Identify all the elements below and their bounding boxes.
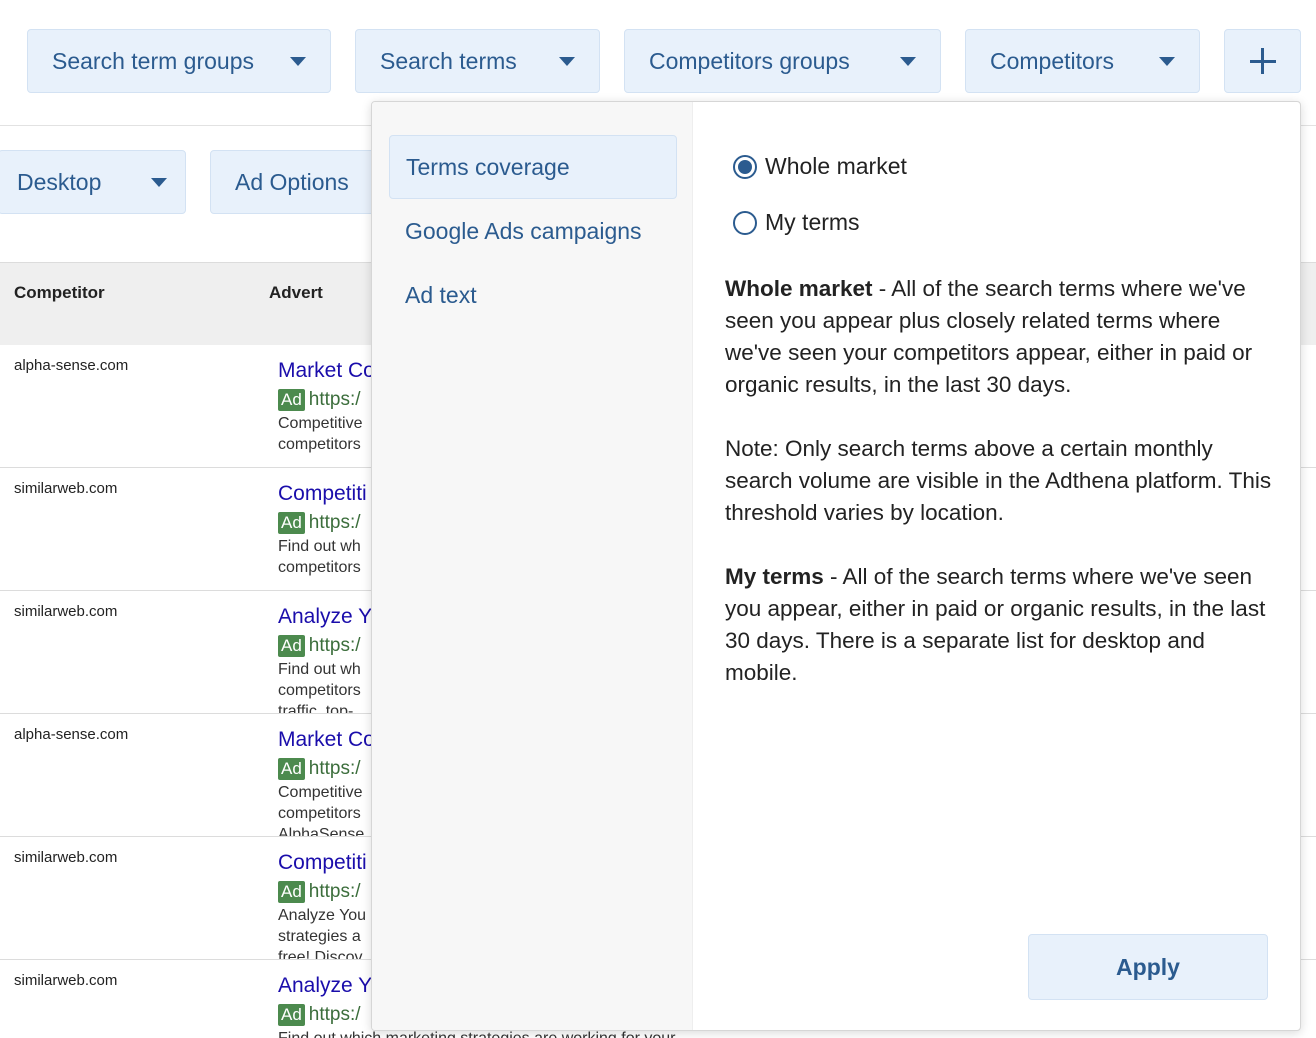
device-label: Desktop (17, 168, 102, 195)
nav-ad-text[interactable]: Ad text (389, 263, 677, 327)
competitors-dropdown[interactable]: Competitors (965, 29, 1200, 93)
ad-url: https:/ (308, 512, 361, 533)
radio-whole-market[interactable]: Whole market (733, 153, 907, 180)
ad-url-line: Ad https:/ (278, 635, 361, 657)
competitor-domain: similarweb.com (14, 972, 118, 989)
ad-badge: Ad (278, 758, 305, 780)
ad-title-link[interactable]: Competiti (278, 482, 367, 506)
ad-title-link[interactable]: Market Co (278, 728, 375, 752)
competitor-domain: alpha-sense.com (14, 357, 129, 374)
ad-title-link[interactable]: Analyze Y (278, 974, 372, 998)
search-term-groups-dropdown[interactable]: Search term groups (27, 29, 331, 93)
ad-options-label: Ad Options (235, 168, 349, 195)
search-term-groups-label: Search term groups (52, 47, 254, 74)
search-terms-dropdown[interactable]: Search terms (355, 29, 600, 93)
ad-url: https:/ (308, 389, 361, 410)
competitors-label: Competitors (990, 47, 1114, 74)
chevron-down-icon (1159, 56, 1175, 66)
whole-market-description: Whole market - All of the search terms w… (725, 273, 1275, 401)
whole-market-term: Whole market (725, 276, 873, 301)
ad-url-line: Ad https:/ (278, 1004, 361, 1026)
note-text: Note: Only search terms above a certain … (725, 436, 1272, 525)
add-filter-button[interactable] (1224, 29, 1301, 93)
plus-icon-vertical (1261, 48, 1264, 74)
ad-url: https:/ (308, 758, 361, 779)
chevron-down-icon (151, 177, 167, 187)
chevron-down-icon (290, 56, 306, 66)
apply-button[interactable]: Apply (1028, 934, 1268, 1000)
radio-whole-market-label: Whole market (765, 153, 907, 179)
my-terms-term: My terms (725, 564, 824, 589)
popover-content: Whole market My terms Whole market - All… (693, 102, 1300, 1030)
ad-badge: Ad (278, 635, 305, 657)
my-terms-description: My terms - All of the search terms where… (725, 561, 1275, 689)
ad-badge: Ad (278, 389, 305, 411)
ad-url-line: Ad https:/ (278, 512, 361, 534)
ad-title-link[interactable]: Analyze Y (278, 605, 372, 629)
competitor-domain: similarweb.com (14, 603, 118, 620)
ad-url-line: Ad https:/ (278, 881, 361, 903)
search-terms-label: Search terms (380, 47, 517, 74)
radio-unchecked-icon[interactable] (733, 210, 757, 235)
ad-url-line: Ad https:/ (278, 758, 361, 780)
device-dropdown[interactable]: Desktop (0, 150, 186, 214)
ad-url: https:/ (308, 881, 361, 902)
ad-url: https:/ (308, 635, 361, 656)
radio-my-terms-label: My terms (765, 209, 860, 235)
ad-badge: Ad (278, 512, 305, 534)
ad-badge: Ad (278, 1004, 305, 1026)
competitor-domain: similarweb.com (14, 480, 118, 497)
ad-badge: Ad (278, 881, 305, 903)
ad-url-line: Ad https:/ (278, 389, 361, 411)
ad-title-link[interactable]: Market Co (278, 359, 375, 383)
ad-title-link[interactable]: Competiti (278, 851, 367, 875)
radio-checked-icon[interactable] (733, 154, 757, 179)
ad-options-dropdown[interactable]: Ad Options (210, 150, 390, 214)
radio-my-terms[interactable]: My terms (733, 209, 860, 236)
column-header-competitor: Competitor (14, 283, 105, 302)
popover-nav: Terms coverage Google Ads campaigns Ad t… (372, 102, 693, 1030)
nav-google-ads-campaigns[interactable]: Google Ads campaigns (389, 199, 677, 263)
chevron-down-icon (559, 56, 575, 66)
nav-terms-coverage[interactable]: Terms coverage (389, 135, 677, 199)
ad-options-popover: Terms coverage Google Ads campaigns Ad t… (371, 101, 1301, 1031)
competitor-domain: similarweb.com (14, 849, 118, 866)
column-header-advert: Advert (269, 283, 323, 302)
competitors-groups-label: Competitors groups (649, 47, 850, 74)
ad-url: https:/ (308, 1004, 361, 1025)
chevron-down-icon (900, 56, 916, 66)
competitor-domain: alpha-sense.com (14, 726, 129, 743)
competitors-groups-dropdown[interactable]: Competitors groups (624, 29, 941, 93)
